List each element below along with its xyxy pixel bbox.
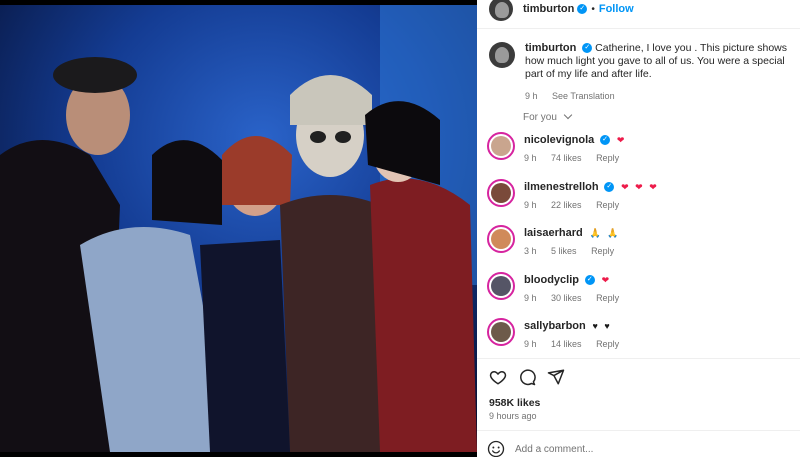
share-icon[interactable] (547, 368, 565, 386)
verified-badge-icon: ✓ (577, 4, 588, 14)
comment-likes[interactable]: 30 likes (551, 293, 582, 303)
author-avatar[interactable] (489, 0, 513, 21)
comment-item: ilmenestrelloh ✓ ❤ ❤ ❤ 9 h 22 likes Repl… (487, 179, 794, 221)
comment-item: sallybarbon ♥ ♥ 9 h 14 likes Reply (487, 318, 794, 360)
post-caption: timburton ✓ Catherine, I love you . This… (489, 42, 792, 103)
comment-text: 🙏 🙏 (589, 228, 621, 238)
verified-badge-icon: ✓ (604, 182, 615, 193)
comment-time: 9 h (524, 200, 537, 210)
chevron-down-icon (563, 110, 572, 120)
reply-button[interactable]: Reply (596, 293, 619, 303)
comment-text: ❤ (601, 275, 612, 285)
follow-button[interactable]: Follow (599, 3, 634, 15)
comment-time: 3 h (524, 246, 537, 256)
commenter-avatar[interactable] (487, 179, 515, 207)
verified-badge-icon: ✓ (600, 135, 611, 146)
comment-sort-label: For you (523, 112, 557, 123)
verified-badge-icon: ✓ (584, 275, 595, 286)
caption-avatar[interactable] (489, 42, 515, 68)
comment-sort-dropdown[interactable]: For you (523, 110, 572, 123)
comment-item: nicolevignola ✓ ❤ 9 h 74 likes Reply (487, 132, 794, 174)
caption-time: 9 h (525, 91, 538, 101)
comment-likes[interactable]: 74 likes (551, 153, 582, 163)
verified-badge-icon: ✓ (582, 43, 593, 54)
post-time-ago: 9 hours ago (489, 411, 537, 421)
commenter-avatar[interactable] (487, 132, 515, 160)
author-username[interactable]: timburton (523, 3, 574, 15)
comment-likes[interactable]: 22 likes (551, 200, 582, 210)
comment-icon[interactable] (518, 368, 536, 386)
commenter-username[interactable]: nicolevignola (524, 134, 594, 146)
add-comment-input[interactable] (515, 443, 715, 455)
post-side-panel: timburton ✓ • Follow timburton ✓ Catheri… (477, 0, 800, 457)
post-actions (489, 368, 565, 386)
add-comment-bar (487, 440, 715, 457)
commenter-username[interactable]: sallybarbon (524, 320, 586, 332)
comment-item: laisaerhard 🙏 🙏 3 h 5 likes Reply (487, 225, 794, 267)
header-divider (477, 28, 800, 29)
likes-count[interactable]: 958K likes (489, 397, 540, 409)
commenter-avatar[interactable] (487, 318, 515, 346)
post-photo[interactable] (0, 5, 477, 452)
reply-button[interactable]: Reply (591, 246, 614, 256)
reply-button[interactable]: Reply (596, 200, 619, 210)
emoji-icon[interactable] (487, 440, 505, 457)
heart-icon[interactable] (489, 368, 507, 386)
comment-likes[interactable]: 14 likes (551, 339, 582, 349)
separator-dot: • (591, 3, 595, 15)
reply-button[interactable]: Reply (596, 153, 619, 163)
actions-divider (477, 358, 800, 359)
comment-text: ❤ ❤ ❤ (621, 182, 659, 192)
comment-time: 9 h (524, 339, 537, 349)
comment-text: ♥ ♥ (592, 321, 612, 331)
photo-illustration (0, 5, 477, 452)
comment-box-divider (477, 430, 800, 431)
comment-likes[interactable]: 5 likes (551, 246, 577, 256)
reply-button[interactable]: Reply (596, 339, 619, 349)
post-media[interactable] (0, 0, 477, 457)
post-header: timburton ✓ • Follow (477, 0, 800, 22)
commenter-avatar[interactable] (487, 272, 515, 300)
comment-item: bloodyclip ✓ ❤ 9 h 30 likes Reply (487, 272, 794, 314)
comment-time: 9 h (524, 293, 537, 303)
see-translation-button[interactable]: See Translation (552, 91, 615, 101)
commenter-username[interactable]: laisaerhard (524, 227, 583, 239)
comment-text: ❤ (616, 135, 627, 145)
commenter-username[interactable]: ilmenestrelloh (524, 181, 599, 193)
comment-time: 9 h (524, 153, 537, 163)
commenter-avatar[interactable] (487, 225, 515, 253)
caption-username[interactable]: timburton (525, 42, 576, 54)
commenter-username[interactable]: bloodyclip (524, 274, 579, 286)
